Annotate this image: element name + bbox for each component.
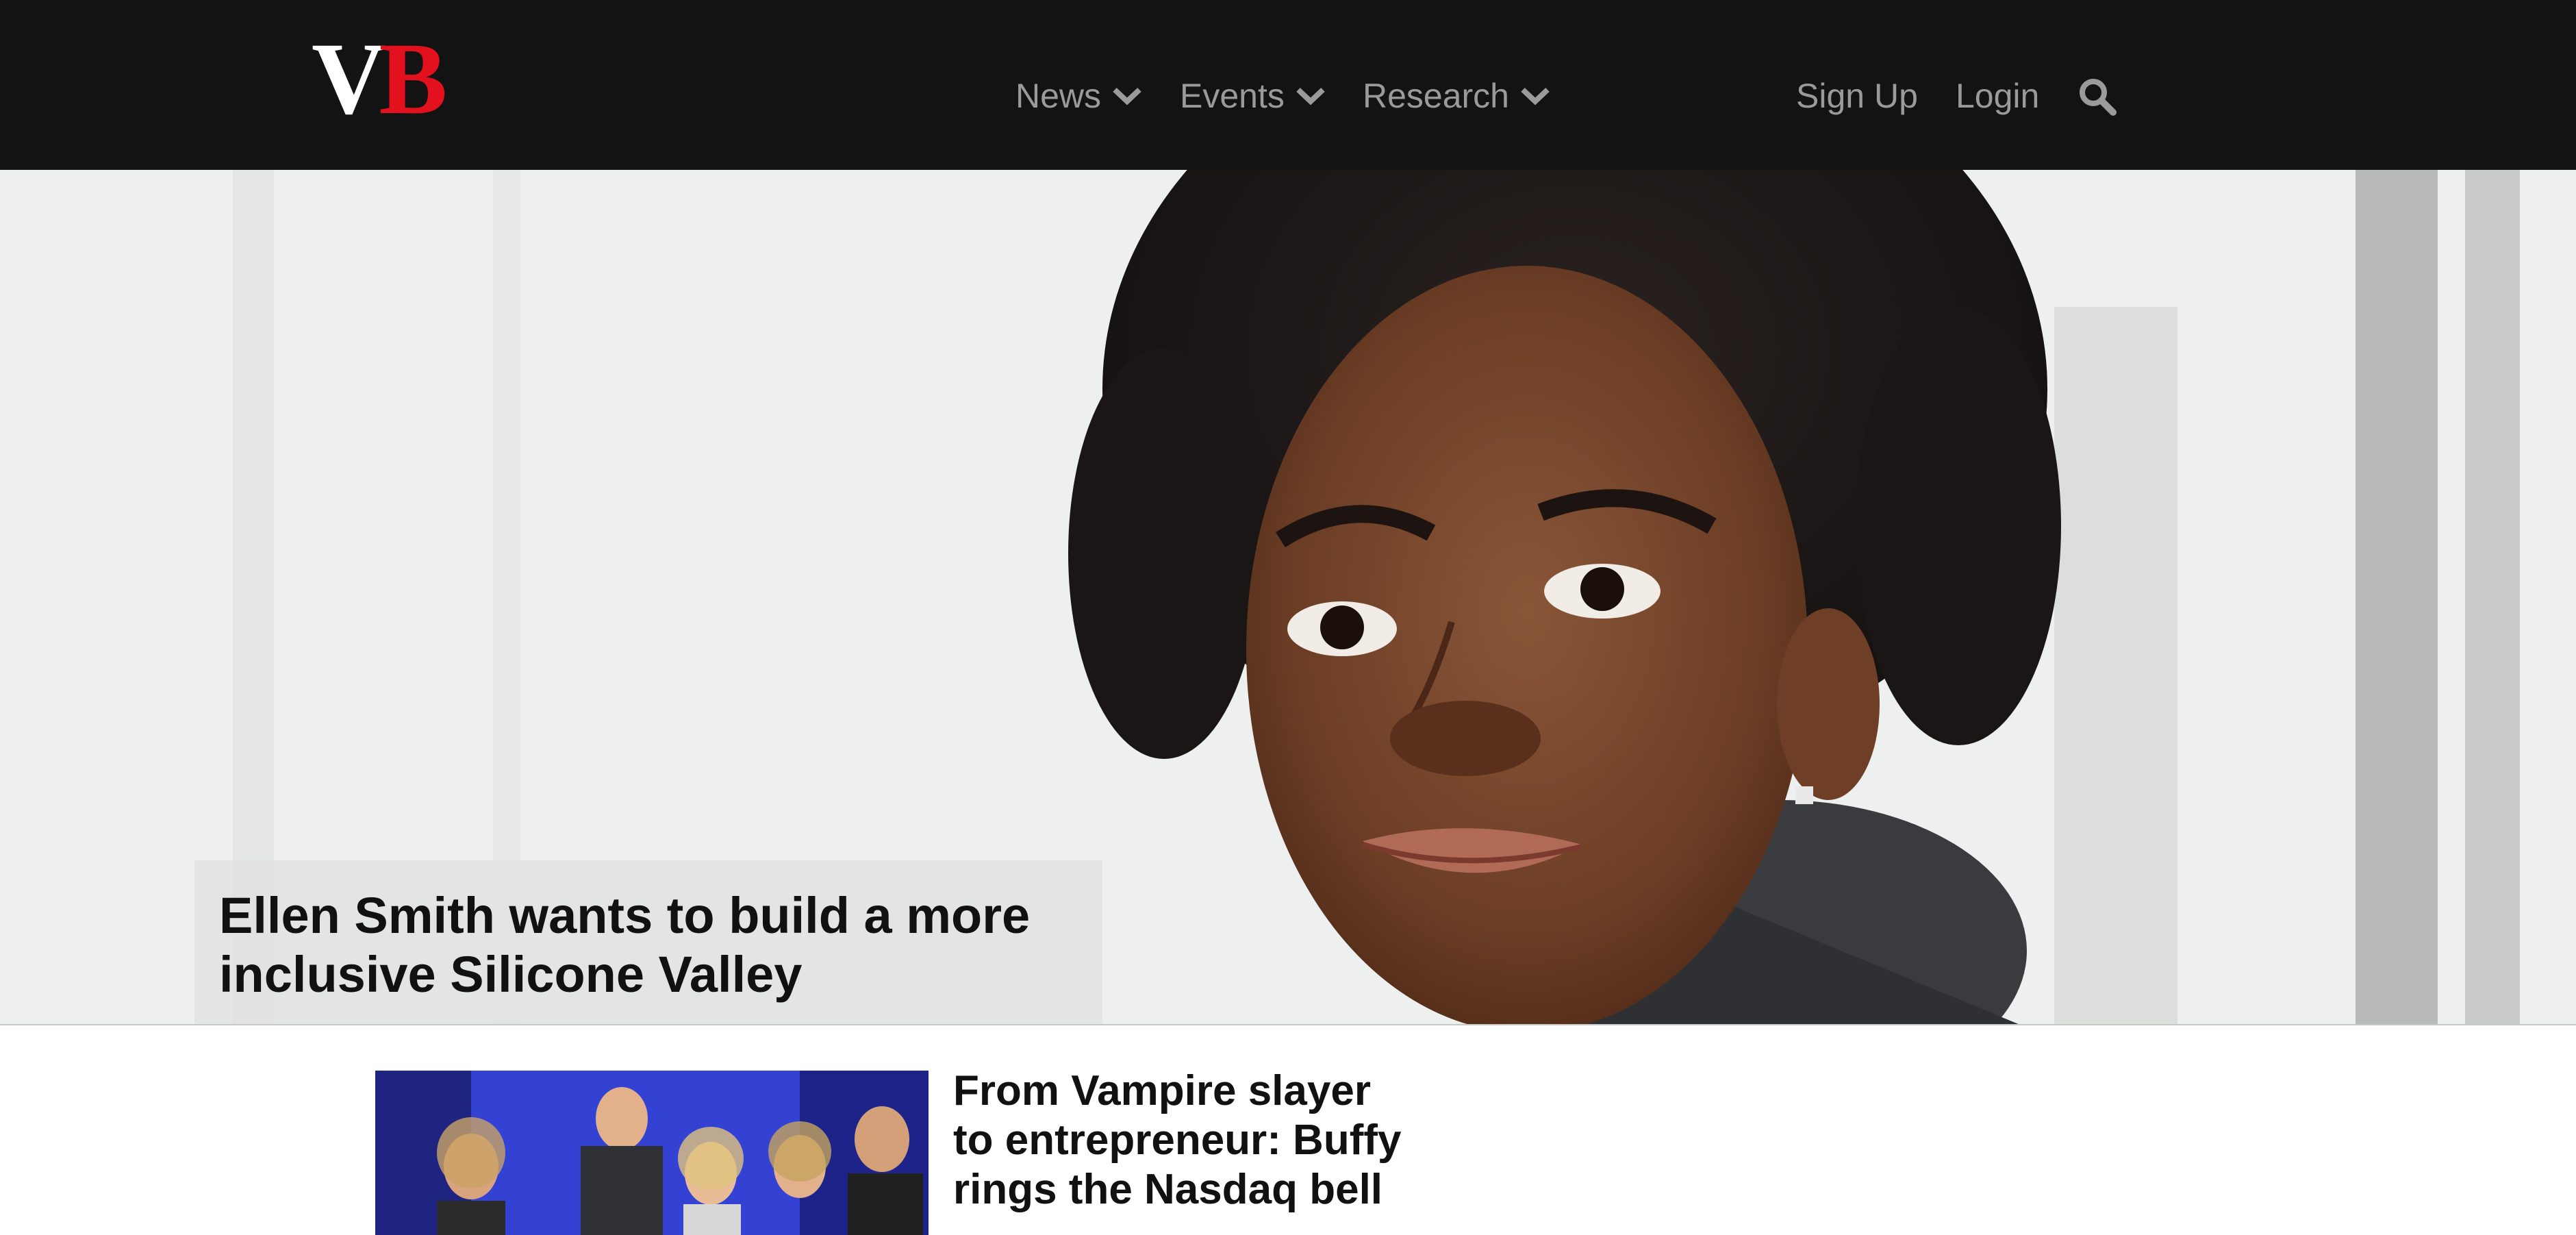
chevron-down-icon <box>1296 86 1326 105</box>
vb-logo[interactable]: VB <box>312 27 447 130</box>
story-title-line-1: From Vampire slayer <box>953 1067 1371 1114</box>
story-thumbnail[interactable] <box>375 1071 929 1235</box>
nav-research-label: Research <box>1363 77 1509 115</box>
login-label: Login <box>1956 77 2040 115</box>
story-title-line-2: to entrepreneur: Buffy <box>953 1117 1402 1164</box>
hero-headline[interactable]: Ellen Smith wants to build a more inclus… <box>194 860 1102 1025</box>
divider <box>0 1024 2576 1025</box>
nav-news-label: News <box>1015 77 1102 115</box>
top-navigation-bar: VB News Events Research Sign Up Login <box>0 0 2576 170</box>
chevron-down-icon <box>1112 86 1142 105</box>
nav-item-events[interactable]: Events <box>1180 68 1326 123</box>
nav-item-news[interactable]: News <box>1015 68 1142 123</box>
signup-label: Sign Up <box>1796 77 1918 115</box>
signup-link[interactable]: Sign Up <box>1796 68 1918 123</box>
nav-item-research[interactable]: Research <box>1363 68 1550 123</box>
login-link[interactable]: Login <box>1956 68 2039 123</box>
search-icon[interactable] <box>2078 77 2117 116</box>
chevron-down-icon <box>1520 86 1550 105</box>
story-title[interactable]: From Vampire slayer to entrepreneur: Buf… <box>953 1066 1446 1214</box>
hero-headline-line-1: Ellen Smith wants to build a more <box>219 887 1031 944</box>
group-photo-illustration <box>375 1071 929 1235</box>
hero-image[interactable]: Ellen Smith wants to build a more inclus… <box>0 170 2576 1025</box>
nav-events-label: Events <box>1180 77 1285 115</box>
hero-headline-line-2: inclusive Silicone Valley <box>219 946 803 1003</box>
story-title-line-3: rings the Nasdaq bell <box>953 1166 1383 1213</box>
